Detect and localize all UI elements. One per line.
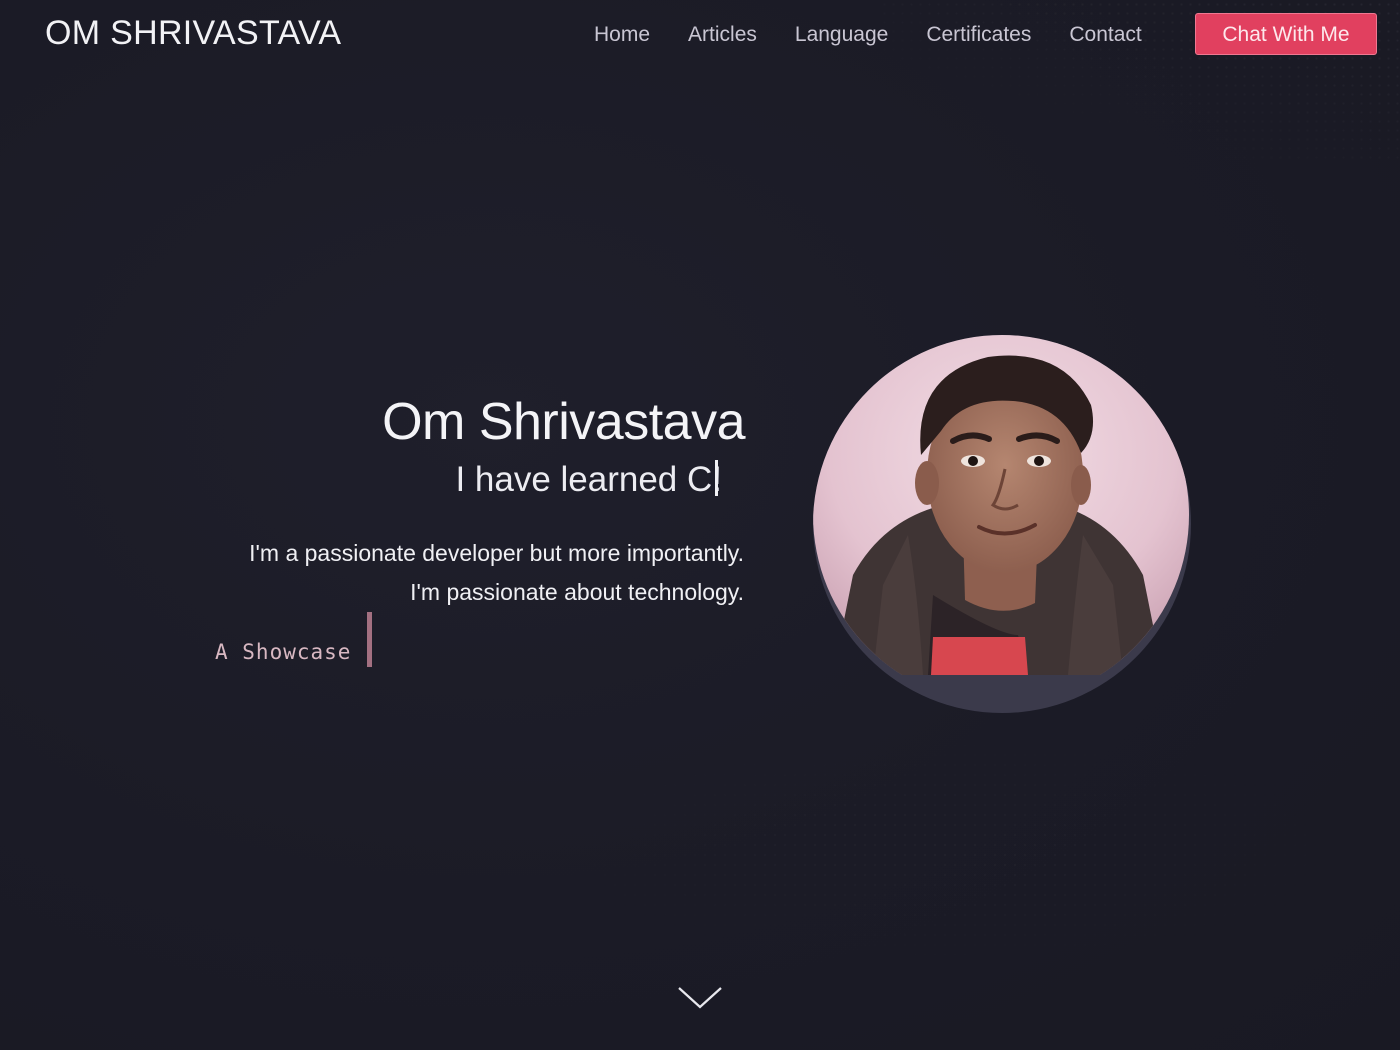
nav-articles[interactable]: Articles bbox=[688, 20, 757, 50]
hero-description: I'm a passionate developer but more impo… bbox=[249, 534, 744, 612]
tagline-caret bbox=[367, 612, 372, 667]
dot-texture-bottom bbox=[500, 720, 1400, 980]
page: OM SHRIVASTAVA Home Articles Language Ce… bbox=[0, 0, 1400, 1050]
site-header: OM SHRIVASTAVA Home Articles Language Ce… bbox=[0, 0, 1400, 72]
nav-home[interactable]: Home bbox=[594, 20, 650, 50]
avatar bbox=[813, 335, 1191, 713]
hero-description-line2: I'm passionate about technology. bbox=[410, 579, 744, 605]
hero-typed-tagline: A Showcase o bbox=[215, 640, 363, 664]
chevron-down-icon[interactable] bbox=[677, 985, 723, 1011]
nav-language[interactable]: Language bbox=[795, 20, 888, 50]
hero-description-line1: I'm a passionate developer but more impo… bbox=[249, 540, 744, 566]
hero-typed-heading: I have learned C! bbox=[455, 460, 722, 499]
chat-with-me-button[interactable]: Chat With Me bbox=[1195, 13, 1377, 55]
nav-certificates[interactable]: Certificates bbox=[926, 20, 1031, 50]
profile-photo bbox=[813, 335, 1189, 675]
nav-contact[interactable]: Contact bbox=[1069, 20, 1141, 50]
brand-logo[interactable]: OM SHRIVASTAVA bbox=[45, 14, 341, 53]
main-nav: Home Articles Language Certificates Cont… bbox=[594, 20, 1180, 50]
hero-name: Om Shrivastava bbox=[382, 393, 745, 451]
typing-caret bbox=[715, 460, 718, 496]
